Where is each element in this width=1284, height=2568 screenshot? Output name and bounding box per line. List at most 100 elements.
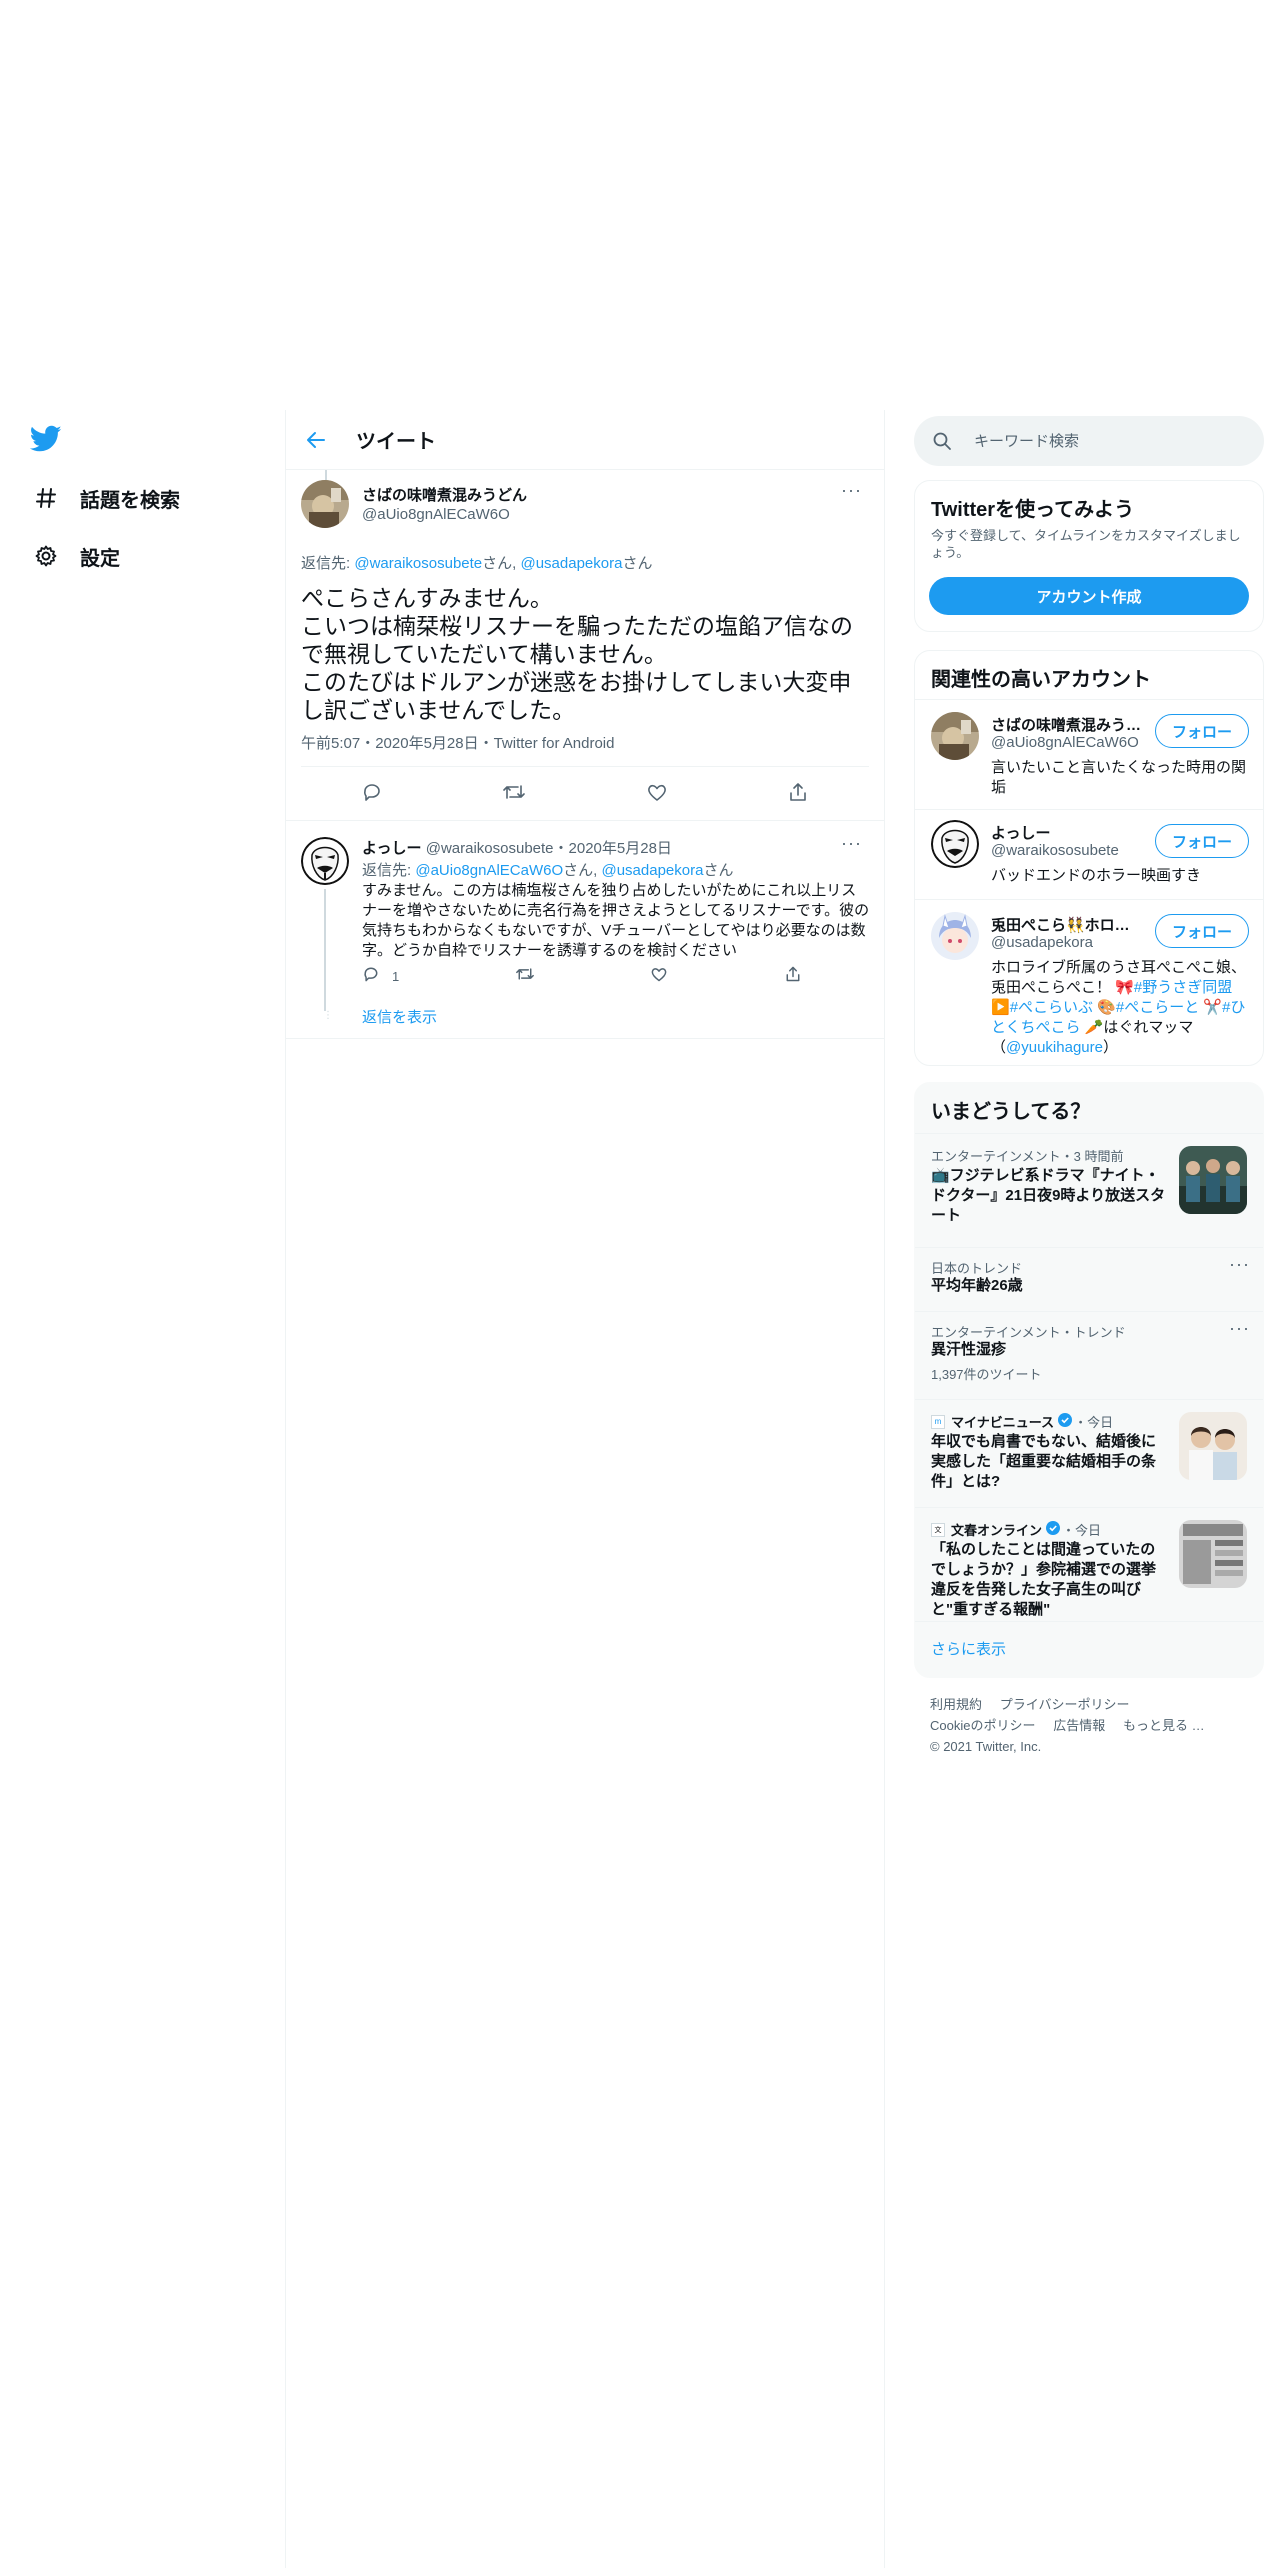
bio-mention[interactable]: @yuukihagure: [1006, 1039, 1103, 1056]
account-name[interactable]: 兎田ぺこら👯ホロ…: [991, 914, 1146, 935]
reply-button[interactable]: 1: [362, 965, 399, 988]
nav-explore[interactable]: 話題を検索: [32, 478, 180, 518]
follow-button[interactable]: フォロー: [1155, 914, 1249, 948]
trends-card: いまどうしてる？ エンターテインメント・3 時間前 📺フジテレビ系ドラマ『ナイト…: [914, 1082, 1264, 1678]
bio-hashtag[interactable]: #ぺこらいぶ: [1010, 999, 1093, 1016]
footer-privacy-link[interactable]: プライバシーポリシー: [1000, 1697, 1130, 1712]
search-bar[interactable]: [914, 416, 1264, 466]
news-source: 文春オンライン: [951, 1523, 1043, 1538]
bio-hashtag[interactable]: #ぺこらーと: [1116, 999, 1199, 1016]
show-replies-link[interactable]: 返信を表示: [362, 1006, 437, 1027]
reply-count: 1: [392, 968, 400, 984]
signup-desc: 今すぐ登録して、タイムラインをカスタマイズしましょう。: [931, 528, 1241, 560]
like-icon[interactable]: [650, 965, 668, 988]
bio-text: ）: [1102, 1039, 1118, 1056]
verified-icon: [1046, 1521, 1061, 1538]
follow-button[interactable]: フォロー: [1155, 824, 1249, 858]
avatar[interactable]: [301, 837, 349, 885]
news-source: マイナビニュース: [951, 1415, 1055, 1430]
thread-line: [325, 470, 327, 480]
tweet-column: ツイート さばの味噌煮混みうどん @aUio8gnAlECaW6O ··· 返信…: [285, 410, 885, 2568]
account-name[interactable]: さばの味噌煮混みう…: [991, 714, 1146, 735]
tweet-meta[interactable]: 午前5:07・2020年5月28日・Twitter for Android: [301, 732, 614, 753]
footer-terms-link[interactable]: 利用規約: [930, 1697, 982, 1712]
arrow-left-icon[interactable]: [301, 425, 331, 455]
avatar[interactable]: [931, 820, 979, 868]
news-time: ・今日: [1062, 1523, 1102, 1538]
trend-title: 📺フジテレビ系ドラマ『ナイト・ドクター』21日夜9時より放送スタート: [931, 1167, 1166, 1224]
bio-text: ✂️: [1199, 999, 1223, 1016]
source-logo-icon: 文: [931, 1522, 945, 1537]
reply-prefix: 返信先:: [362, 862, 416, 879]
avatar[interactable]: [301, 480, 349, 528]
share-icon[interactable]: [784, 965, 802, 988]
reply-icon[interactable]: [361, 781, 383, 808]
account-handle[interactable]: @waraikososubete: [991, 842, 1119, 859]
more-options-icon[interactable]: ···: [841, 480, 862, 501]
nav-settings[interactable]: 設定: [32, 536, 120, 576]
trend-item[interactable]: 日本のトレンド 平均年齢26歳 ···: [915, 1247, 1263, 1311]
reply-to: 返信先: @aUio8gnAlECaW6Oさん, @usadapekoraさん: [362, 859, 733, 880]
bio-text: 🎨: [1093, 999, 1116, 1016]
news-title: 年収でも肩書でもない、結婚後に実感した「超重要な結婚相手の条件」とは?: [931, 1433, 1157, 1490]
account-bio: ホロライブ所属のうさ耳ぺこぺこ娘、兎田ぺこらぺこ！ 🎀#野うさぎ同盟 ▶️#ぺこ…: [991, 958, 1253, 1058]
thread-dots: ⋮: [323, 1010, 333, 1021]
account-row[interactable]: 兎田ぺこら👯ホロ… @usadapekora フォロー ホロライブ所属のうさ耳ぺ…: [915, 899, 1263, 1065]
share-icon[interactable]: [787, 781, 809, 808]
news-item[interactable]: m マイナビニュース ・今日 年収でも肩書でもない、結婚後に実感した「超重要な結…: [915, 1399, 1263, 1507]
like-icon[interactable]: [646, 781, 668, 808]
reply-mention-1[interactable]: @waraikososubete: [354, 555, 482, 572]
account-handle[interactable]: @aUio8gnAlECaW6O: [991, 734, 1139, 751]
tweet-text-line: ぺこらさんすみません。: [301, 585, 553, 611]
trend-item[interactable]: エンターテインメント・3 時間前 📺フジテレビ系ドラマ『ナイト・ドクター』21日…: [915, 1133, 1263, 1247]
author-name[interactable]: よっしー: [362, 840, 422, 857]
trend-title: 異汗性湿疹: [931, 1341, 1007, 1358]
reply-san-2: さん: [703, 862, 734, 879]
reply-mention-2[interactable]: @usadapekora: [601, 862, 703, 879]
trends-title: いまどうしてる？: [931, 1101, 1091, 1123]
more-options-icon[interactable]: ···: [1229, 1254, 1250, 1275]
trend-item[interactable]: エンターテインメント・トレンド 異汗性湿疹 1,397件のツイート ···: [915, 1311, 1263, 1399]
trend-meta: 日本のトレンド: [931, 1261, 1023, 1276]
author-name[interactable]: さばの味噌煮混みうどん: [362, 484, 527, 505]
tweet-text-line: こいつは楠栞桜リスナーを騙ったただの塩餡ア信なので無視していただいて構いません。: [301, 613, 853, 667]
trend-meta: エンターテインメント・トレンド: [931, 1325, 1126, 1340]
avatar[interactable]: [931, 712, 979, 760]
author-handle[interactable]: @waraikososubete: [426, 840, 554, 857]
retweet-icon[interactable]: [515, 965, 535, 988]
follow-button[interactable]: フォロー: [1155, 714, 1249, 748]
create-account-button[interactable]: アカウント作成: [929, 577, 1249, 615]
footer-ads-link[interactable]: 広告情報: [1053, 1718, 1105, 1733]
reply-san-1: さん,: [563, 862, 602, 879]
footer-copyright: © 2021 Twitter, Inc.: [930, 1739, 1042, 1754]
trend-count: 1,397件のツイート: [931, 1367, 1042, 1382]
footer-cookie-link[interactable]: Cookieのポリシー: [930, 1718, 1035, 1733]
tweet-actions: [301, 768, 869, 820]
reply-san-2: さん: [622, 555, 653, 572]
bio-hashtag[interactable]: #野うさぎ同盟: [1134, 979, 1232, 996]
account-handle[interactable]: @usadapekora: [991, 934, 1093, 951]
show-more-row[interactable]: さらに表示: [915, 1621, 1263, 1677]
reply-tweet[interactable]: ⋮ よっしー @waraikososubete・2020年5月28日 ··· 返…: [286, 821, 884, 1039]
retweet-icon[interactable]: [502, 781, 526, 808]
search-input[interactable]: [974, 432, 1234, 450]
news-title: 「私のしたことは間違っていたのでしょうか？」参院補選での選挙違反を告発した女子高…: [931, 1541, 1157, 1618]
show-more-link[interactable]: さらに表示: [931, 1638, 1006, 1659]
account-name[interactable]: よっしー: [991, 822, 1051, 843]
footer-more-link[interactable]: もっと見る …: [1123, 1718, 1205, 1733]
trend-meta: エンターテインメント・3 時間前: [931, 1149, 1124, 1164]
author-handle[interactable]: @aUio8gnAlECaW6O: [362, 506, 510, 523]
tweet-date[interactable]: ・2020年5月28日: [554, 840, 672, 857]
account-row[interactable]: さばの味噌煮混みう… @aUio8gnAlECaW6O フォロー 言いたいこと言…: [915, 699, 1263, 809]
reply-mention-1[interactable]: @aUio8gnAlECaW6O: [415, 862, 563, 879]
twitter-logo-icon[interactable]: [29, 425, 64, 455]
hashtag-icon: [32, 484, 60, 512]
more-options-icon[interactable]: ···: [841, 833, 862, 854]
news-item[interactable]: 文 文春オンライン ・今日 「私のしたことは間違っていたのでしょうか？」参院補選…: [915, 1507, 1263, 1621]
account-row[interactable]: よっしー @waraikososubete フォロー バッドエンドのホラー映画す…: [915, 809, 1263, 899]
trend-thumbnail: [1179, 1146, 1247, 1214]
reply-mention-2[interactable]: @usadapekora: [520, 555, 622, 572]
more-options-icon[interactable]: ···: [1229, 1318, 1250, 1339]
avatar[interactable]: [931, 912, 979, 960]
reply-to: 返信先: @waraikososubeteさん, @usadapekoraさん: [301, 552, 652, 573]
